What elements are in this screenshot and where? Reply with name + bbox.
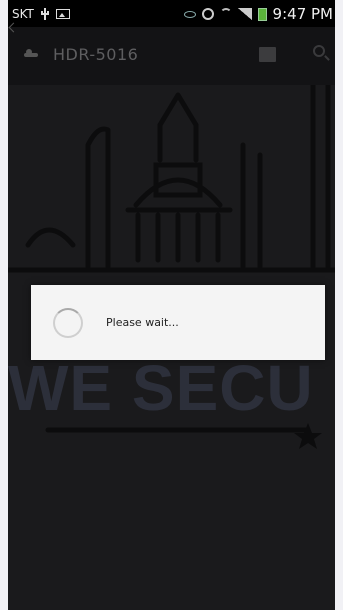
app-icon[interactable] [24, 47, 40, 63]
dialog-message: Please wait... [106, 316, 179, 329]
progress-dialog: Please wait... [31, 285, 325, 360]
carrier-label: SKT [12, 7, 34, 21]
status-time: 9:47 PM [272, 5, 333, 23]
stop-icon[interactable] [259, 47, 276, 62]
battery-icon [257, 7, 267, 21]
search-icon[interactable] [313, 45, 325, 57]
action-bar: HDR-5016 [8, 22, 335, 85]
usb-icon [40, 8, 50, 20]
banner-text: WE SECU [8, 352, 314, 424]
page-title: HDR-5016 [53, 45, 139, 64]
wifi-icon [219, 8, 232, 20]
eye-icon [183, 10, 196, 18]
signal-icon [237, 8, 252, 20]
app-screen: SKT 9:47 PM HDR-5016 WE SECU Please wait… [8, 0, 335, 610]
status-bar: SKT 9:47 PM [8, 0, 335, 27]
alarm-icon [201, 8, 214, 20]
image-icon [55, 9, 70, 19]
loading-spinner-icon [53, 308, 83, 338]
